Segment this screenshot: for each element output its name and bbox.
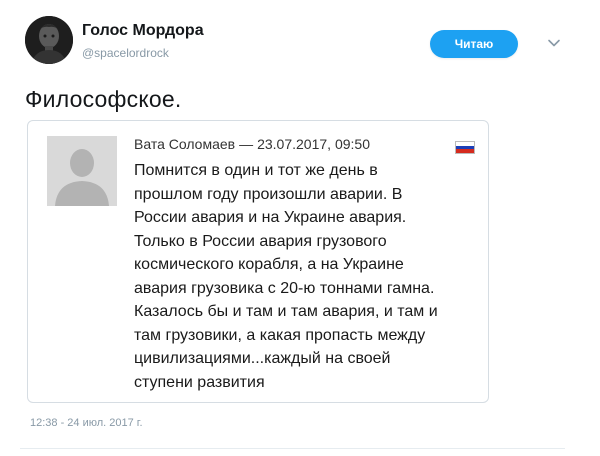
quoted-text-line: Помнится в один и тот же день в xyxy=(134,162,378,179)
author-handle[interactable]: @spacelordrock xyxy=(82,46,169,60)
quoted-post-header: Вата Соломаев —23.07.2017, 09:50 xyxy=(134,136,370,152)
quoted-post[interactable]: Вата Соломаев —23.07.2017, 09:50 Помнится… xyxy=(27,120,489,403)
tweet-timestamp[interactable]: 12:38 - 24 июл. 2017 г. xyxy=(30,417,143,429)
divider xyxy=(20,448,565,449)
quoted-author-name[interactable]: Вата Соломаев xyxy=(134,136,235,152)
tweet-text: Философское. xyxy=(25,86,182,112)
quoted-text-line: Казалось бы и там и там авария, и там и xyxy=(134,303,438,320)
user-avatar[interactable] xyxy=(25,16,73,64)
quoted-text-line: там грузовики, а какая пропасть между xyxy=(134,326,426,344)
tweet-card: Голос Мордора @spacelordrock Читаю Филос… xyxy=(0,0,600,456)
following-button[interactable]: Читаю xyxy=(430,30,518,58)
quoted-text-line: прошлом году произошли аварии. В xyxy=(134,185,403,203)
user-avatar-photo xyxy=(25,16,73,64)
quoted-text-line: ступени развития xyxy=(134,373,265,391)
quoted-text-line: России авария и на Украине авария. xyxy=(134,209,407,226)
default-user-silhouette-icon xyxy=(47,136,117,206)
quoted-text-line: авария грузовика с 20-ю тоннами гамна. xyxy=(134,279,435,297)
quoted-text-line: космического корабля, а на Украине xyxy=(134,256,404,273)
russia-flag-icon xyxy=(455,141,475,154)
header-separator: — xyxy=(239,136,254,152)
author-display-name[interactable]: Голос Мордора xyxy=(82,22,204,40)
quoted-post-date: 23.07.2017, 09:50 xyxy=(257,136,370,152)
quoted-text-line: цивилизациями...каждый на своей xyxy=(134,350,391,367)
quoted-text-line: Только в России авария грузового xyxy=(134,232,387,250)
chevron-down-icon[interactable] xyxy=(545,34,563,52)
quoted-post-text: Помнится в один и тот же день в прошлом … xyxy=(134,159,479,394)
